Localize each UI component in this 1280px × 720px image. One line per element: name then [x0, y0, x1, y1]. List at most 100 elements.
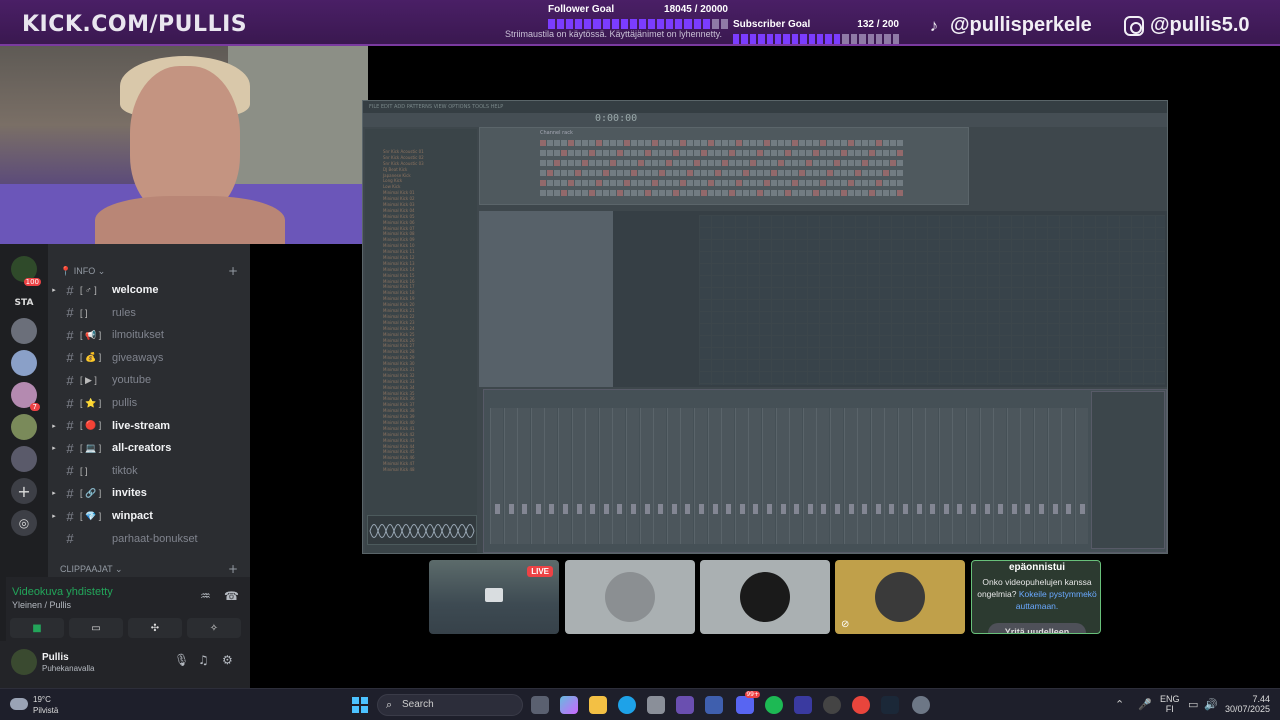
weather-temp: 19°C — [33, 695, 51, 704]
participant-tile-2[interactable] — [565, 560, 695, 634]
app-icon-blue[interactable] — [705, 696, 723, 714]
avatar[interactable] — [11, 649, 37, 675]
chevron-up-icon[interactable]: ⌃ — [1115, 698, 1124, 711]
hash-icon: # — [66, 372, 74, 388]
chrome-icon[interactable] — [852, 696, 870, 714]
channel-name: tiktok — [112, 464, 138, 477]
camera-button[interactable]: ■ — [10, 618, 64, 638]
channel-live-stream[interactable]: ▸ # [ 🔴 ] live-stream — [48, 416, 250, 436]
server-icon-sta[interactable]: STA — [11, 290, 37, 316]
channel-welcome[interactable]: ▸ # [ ♂ ] welcome — [48, 280, 250, 300]
category-clippaajat[interactable]: CLIPPAAJAT ⌄ — [60, 564, 123, 575]
goal-segment — [817, 34, 824, 44]
hash-icon: # — [66, 531, 74, 547]
screen-share-button[interactable]: ▭ — [69, 618, 123, 638]
channel-tiktok[interactable]: # [ ] tiktok — [48, 461, 250, 481]
clock[interactable]: 7.44 30/07/2025 — [1222, 694, 1270, 714]
channel-ilmoitukset[interactable]: # [ 📢 ] ilmoitukset — [48, 325, 250, 345]
network-icon[interactable]: ▭ — [1188, 698, 1198, 711]
channel-giveaways[interactable]: # [ 💰 ] giveaways — [48, 348, 250, 368]
follower-goal-value: 18045 / 20000 — [664, 4, 728, 15]
edge-icon[interactable] — [618, 696, 636, 714]
video-error-title: epäonnistui — [1008, 562, 1066, 573]
search-placeholder: Search — [402, 699, 434, 710]
taskbar-search-input[interactable]: ⌕ Search — [377, 694, 523, 716]
goal-segment — [620, 19, 628, 29]
server-icon-5[interactable]: 7 — [11, 382, 40, 411]
hash-icon: # — [66, 327, 74, 343]
app-icon-gray[interactable] — [823, 696, 841, 714]
follower-goal-label: Follower Goal — [548, 4, 615, 15]
store-icon[interactable] — [647, 696, 665, 714]
participant-tile-4[interactable]: ⊘ — [835, 560, 965, 634]
channel-name: invites — [112, 487, 147, 500]
microphone-tray-icon[interactable]: 🎤 — [1138, 698, 1152, 711]
server-icon-3[interactable] — [11, 318, 37, 344]
steam-icon[interactable] — [881, 696, 899, 714]
goal-segment — [884, 34, 891, 44]
goal-segment — [842, 34, 849, 44]
unread-indicator: ▸ — [52, 513, 56, 520]
soundboard-button[interactable]: ✧ — [187, 618, 241, 638]
gear-icon[interactable]: ⚙ — [222, 653, 233, 667]
add-channel-icon[interactable]: + — [228, 264, 238, 278]
unread-indicator: ▸ — [52, 287, 56, 294]
volume-icon[interactable]: 🔊 — [1204, 698, 1218, 711]
goal-segment — [775, 34, 782, 44]
channel-emoji: [ 📢 ] — [80, 329, 102, 340]
follower-goal: Follower Goal 18045 / 20000 — [548, 3, 728, 29]
channel-emoji: [ 💎 ] — [80, 510, 102, 521]
discord-icon[interactable]: 99+ — [736, 691, 760, 714]
unread-indicator: ▸ — [52, 445, 56, 453]
goal-segment — [675, 19, 683, 29]
search-icon: ⌕ — [386, 699, 393, 711]
add-server-icon[interactable]: + — [11, 478, 37, 504]
app-icon-m[interactable] — [794, 696, 812, 714]
channel-winpact[interactable]: ▸ # [ 💎 ] winpact — [48, 506, 250, 526]
channel-all-creators[interactable]: ▸ # [ 💻 ] all-creators — [48, 438, 250, 458]
avatar — [875, 572, 925, 622]
channel-invites[interactable]: ▸ # [ 🔗 ] invites — [48, 483, 250, 503]
help-link[interactable]: Kokeile pystymmekö auttamaan. — [1016, 589, 1097, 611]
channel-parhaat-bonukset[interactable]: # parhaat-bonukset — [48, 529, 250, 549]
category-info[interactable]: 📍 INFO ⌄ — [60, 266, 105, 277]
voice-waveform-icon[interactable]: ♒ — [200, 589, 211, 603]
language-indicator[interactable]: ENG FI — [1160, 694, 1180, 714]
app-icon-purple[interactable] — [676, 696, 694, 714]
server-icon-6[interactable] — [11, 414, 37, 440]
server-icon-7[interactable] — [11, 446, 37, 472]
file-explorer-icon[interactable] — [589, 696, 607, 714]
copilot-icon[interactable] — [560, 696, 578, 714]
channel-name: live-stream — [112, 419, 171, 432]
hash-icon: # — [66, 463, 74, 479]
channel-youtube[interactable]: # [ ▶ ] youtube — [48, 370, 250, 390]
headphones-icon[interactable]: ♫ — [198, 653, 209, 667]
participant-tile-stream[interactable]: LIVE — [429, 560, 559, 634]
cloud-icon — [10, 698, 28, 710]
retry-button[interactable]: Yritä uudelleen — [988, 623, 1086, 633]
channel-rules[interactable]: # [ ] rules — [48, 303, 250, 323]
microphone-icon[interactable]: 🎙 — [174, 653, 189, 667]
screen-share-dim — [363, 101, 1167, 553]
discover-icon[interactable]: ◎ — [11, 510, 37, 536]
discord-window: 100 STA 7 + ◎ 📍 INFO ⌄ + ▸ # [ ♂ ] welcome #… — [0, 244, 250, 688]
server-icon-4[interactable] — [11, 350, 37, 376]
goal-segment — [602, 19, 610, 29]
windows-start-icon[interactable] — [352, 697, 368, 713]
instagram-icon — [1124, 15, 1144, 36]
voice-channel-name: Yleinen / Pullis — [12, 600, 72, 610]
channel-pullis[interactable]: # [ ⭐ ] pullis — [48, 393, 250, 413]
task-view-icon[interactable] — [531, 696, 549, 714]
disconnect-icon[interactable]: ☎ — [224, 589, 239, 603]
participant-tile-3[interactable] — [700, 560, 830, 634]
goal-segment — [611, 19, 619, 29]
activities-button[interactable]: ✣ — [128, 618, 182, 638]
hash-icon: # — [66, 350, 74, 366]
voice-connected-status: Videokuva yhdistetty — [12, 586, 113, 598]
webcam-feed — [0, 46, 368, 244]
settings-app-icon[interactable] — [912, 696, 930, 714]
spotify-icon[interactable] — [765, 696, 783, 714]
add-channel-icon-2[interactable]: + — [228, 562, 238, 576]
channel-emoji: [ ⭐ ] — [80, 397, 102, 408]
server-icon-1[interactable]: 100 — [11, 256, 41, 286]
